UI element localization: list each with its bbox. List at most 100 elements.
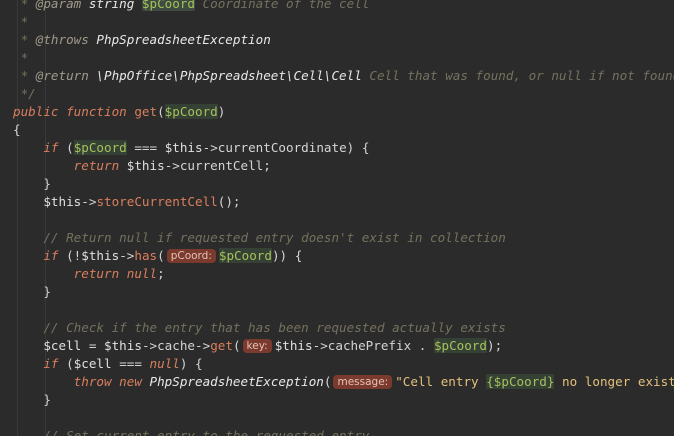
code-line[interactable]: * @return \PhpOffice\PhpSpreadsheet\Cell…	[0, 67, 674, 85]
code-line[interactable]: }	[0, 175, 674, 193]
code-line[interactable]: * @throws PhpSpreadsheetException	[0, 31, 674, 49]
code-line[interactable]: *	[0, 13, 674, 31]
doc-type-token: string	[81, 0, 142, 11]
code-token: =	[81, 338, 105, 353]
keyword-token: if	[43, 248, 59, 263]
comment-token: Coordinate of the cell	[195, 0, 370, 11]
comment-token: *	[13, 50, 29, 65]
code-token: }	[13, 392, 51, 407]
code-token: ->cache->	[141, 338, 211, 353]
code-line[interactable]: * @param string $pCoord Coordinate of th…	[0, 0, 674, 13]
parameter-hint: message:	[333, 375, 393, 389]
code-line[interactable]: }	[0, 283, 674, 301]
code-token: ();	[217, 194, 241, 209]
doc-type-token: \PhpOffice\PhpSpreadsheet\Cell\Cell	[88, 68, 362, 83]
function-name-token: has	[134, 248, 158, 263]
code-token: ->cachePrefix .	[312, 338, 434, 353]
code-token: )	[217, 104, 226, 119]
code-token: }	[13, 176, 51, 191]
variable-token: $pCoord	[73, 140, 127, 155]
code-line[interactable]: $this->storeCurrentCell();	[0, 193, 674, 211]
keyword-token: public function	[13, 104, 135, 119]
code-token: ->	[119, 248, 135, 263]
code-token: (	[58, 356, 74, 371]
variable-token: $this	[164, 140, 203, 155]
code-token: (!	[58, 248, 82, 263]
comment-token: *	[13, 14, 29, 29]
code-line[interactable]: *	[0, 49, 674, 67]
code-line[interactable]: throw new PhpSpreadsheetException(messag…	[0, 373, 674, 391]
code-line[interactable]	[0, 211, 674, 229]
code-token: (	[157, 104, 165, 119]
code-line[interactable]: // Return null if requested entry doesn'…	[0, 229, 674, 247]
code-line[interactable]: return $this->currentCell;	[0, 157, 674, 175]
variable-token: $cell	[43, 338, 82, 353]
variable-token: $pCoord	[433, 338, 488, 353]
code-token: );	[487, 338, 503, 353]
doc-type-token: PhpSpreadsheetException	[88, 32, 271, 47]
comment-token: Cell that was found, or null if not foun…	[361, 68, 674, 83]
variable-token: $this	[43, 194, 82, 209]
string-token: no longer exists in ca	[562, 374, 674, 389]
keyword-token: if	[43, 140, 59, 155]
code-line[interactable]: {	[0, 121, 674, 139]
variable-token: $this	[126, 158, 165, 173]
code-token: ) {	[179, 356, 203, 371]
code-token: }	[13, 284, 51, 299]
code-token: (	[232, 338, 241, 353]
code-token: )) {	[271, 248, 303, 263]
code-token: ;	[157, 266, 165, 281]
code-line[interactable]: if ($pCoord === $this->currentCoordinate…	[0, 139, 674, 157]
keyword-token: return null	[73, 266, 158, 281]
code-token: (	[58, 140, 74, 155]
code-token: ->	[81, 194, 97, 209]
variable-token: $pCoord	[164, 104, 218, 119]
code-line[interactable]: return null;	[0, 265, 674, 283]
function-name-token: get	[210, 338, 233, 353]
code-token: ===	[126, 140, 165, 155]
code-token: (	[157, 248, 165, 263]
parameter-hint: pCoord:	[166, 249, 216, 263]
code-line[interactable]: // Set current entry to the requested en…	[0, 427, 674, 436]
code-line[interactable]	[0, 301, 674, 319]
code-line[interactable]: */	[0, 85, 674, 103]
code-line[interactable]	[0, 409, 674, 427]
code-token: ->currentCell;	[164, 158, 271, 173]
code-token: ->currentCoordinate) {	[202, 140, 370, 155]
code-line[interactable]: // Check if the entry that has been requ…	[0, 319, 674, 337]
class-name-token: PhpSpreadsheetException	[149, 374, 324, 389]
doc-tag-token: @param	[35, 0, 82, 11]
doc-tag-token: @return	[35, 68, 89, 83]
code-line[interactable]: if ($cell === null) {	[0, 355, 674, 373]
variable-token: $this	[104, 338, 142, 353]
variable-token: $pCoord	[141, 0, 195, 11]
variable-token: $cell	[73, 356, 112, 371]
variable-token: $this	[81, 248, 120, 263]
code-line[interactable]: }	[0, 391, 674, 409]
comment-token: // Return null if requested entry doesn'…	[13, 230, 506, 245]
code-token: (	[323, 374, 332, 389]
keyword-token: throw new	[73, 374, 150, 389]
code-line[interactable]: $cell = $this->cache->get(key: $this->cac…	[0, 337, 674, 355]
function-name-token: get	[134, 104, 158, 119]
comment-token: *	[13, 0, 36, 11]
code-line[interactable]: if (!$this->has(pCoord: $pCoord)) {	[0, 247, 674, 265]
variable-token: $pCoord	[218, 248, 272, 263]
keyword-token: if	[43, 356, 59, 371]
comment-token: // Set current entry to the requested en…	[13, 428, 370, 436]
parameter-hint: key:	[242, 339, 272, 353]
function-name-token: storeCurrentCell	[96, 194, 218, 209]
comment-token: // Check if the entry that has been requ…	[13, 320, 506, 335]
variable-token: $this	[274, 338, 313, 353]
comment-token: *	[13, 32, 36, 47]
keyword-token: null	[149, 356, 180, 371]
code-editor[interactable]: * @param string $pCoord Coordinate of th…	[0, 0, 674, 436]
code-line[interactable]: public function get($pCoord)	[0, 103, 674, 121]
